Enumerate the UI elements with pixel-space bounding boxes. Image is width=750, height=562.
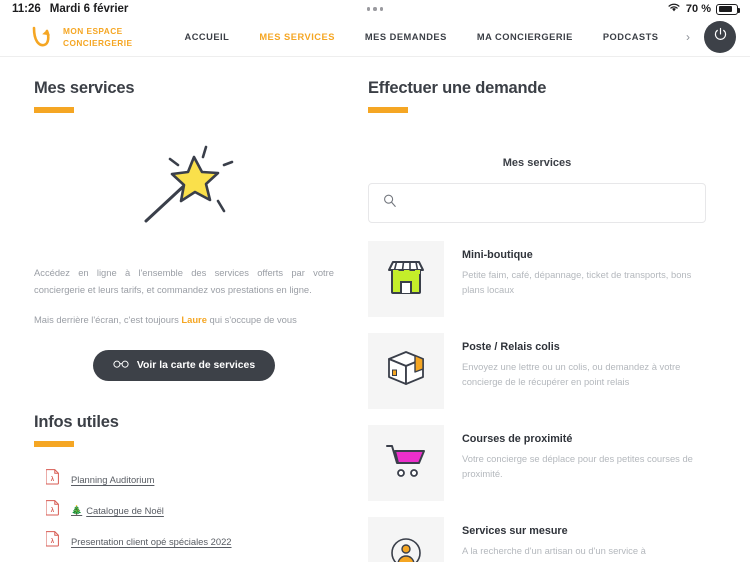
nav-item-mes-services[interactable]: MES SERVICES [259, 32, 335, 42]
service-icon-tile [368, 425, 444, 501]
handyman-badge-icon [390, 537, 422, 562]
file-link[interactable]: 🎄 Catalogue de Noël [71, 505, 164, 516]
services-subtitle: Mes services [502, 157, 572, 169]
nav-item-podcasts[interactable]: PODCASTS [603, 32, 659, 42]
file-link[interactable]: Presentation client opé spéciales 2022 [71, 536, 232, 547]
service-name: Poste / Relais colis [462, 341, 560, 353]
pdf-file-icon: λ [45, 531, 59, 552]
intro-text: Accédez en ligne à l'ensemble des servic… [34, 264, 334, 328]
clock-time: 11:26 [12, 3, 41, 15]
left-column: Mes services Accédez en ligne à l'ensemb… [0, 57, 360, 562]
nav-item-accueil[interactable]: ACCUEIL [184, 32, 229, 42]
wifi-icon [667, 2, 681, 16]
useful-info-section: Infos utiles λ Planning Auditorium λ 🎄 C… [34, 413, 334, 562]
status-bar-right: 70 % [667, 2, 740, 16]
request-section-title: Effectuer une demande [368, 79, 547, 97]
service-text: Courses de proximité Votre concierge se … [462, 425, 706, 501]
title-underline [34, 107, 74, 113]
service-item-mini-boutique[interactable]: Mini-boutique Petite faim, café, dépanna… [368, 241, 706, 317]
nav-item-ma-conciergerie[interactable]: MA CONCIERGERIE [477, 32, 573, 42]
service-name: Courses de proximité [462, 433, 573, 445]
intro-paragraph-1: Accédez en ligne à l'ensemble des servic… [34, 267, 334, 296]
concierge-name: Laure [181, 313, 207, 325]
shopping-cart-icon [384, 442, 428, 485]
clock-date: Mardi 6 février [49, 3, 129, 15]
service-name: Services sur mesure [462, 525, 568, 537]
search-icon [383, 194, 397, 213]
search-bar[interactable] [368, 183, 706, 223]
services-list: Mini-boutique Petite faim, café, dépanna… [368, 241, 706, 562]
magic-wand-star-icon [132, 141, 236, 238]
brand-logo[interactable]: MON ESPACE CONCIERGERIE [28, 23, 132, 51]
view-service-card-button[interactable]: Voir la carte de services [92, 350, 276, 382]
status-bar-left: 11:26 Mardi 6 février [12, 3, 128, 15]
page-title: Mes services [34, 79, 135, 97]
search-input[interactable] [406, 197, 691, 209]
service-description: Envoyez une lettre ou un colis, ou deman… [462, 361, 681, 388]
page-body: Mes services Accédez en ligne à l'ensemb… [0, 57, 750, 562]
service-icon-tile [368, 241, 444, 317]
file-name: Catalogue de Noël [86, 505, 164, 517]
brand-line-2: CONCIERGERIE [63, 38, 133, 48]
useful-info-title: Infos utiles [34, 413, 119, 432]
header-actions: › [686, 21, 736, 53]
battery-icon [716, 3, 740, 15]
service-item-services-sur-mesure[interactable]: Services sur mesure A la recherche d'un … [368, 517, 706, 562]
service-name: Mini-boutique [462, 249, 533, 261]
service-description: Petite faim, café, dépannage, ticket de … [462, 269, 692, 296]
christmas-tree-icon: 🎄 [71, 505, 83, 516]
file-name: Planning Auditorium [71, 474, 155, 486]
intro-paragraph-2: Mais derrière l'écran, c'est toujours La… [34, 311, 334, 328]
list-item[interactable]: λ Presentation client opé spéciales 2022 [45, 531, 334, 552]
pdf-file-icon: λ [45, 500, 59, 521]
power-icon [713, 27, 728, 47]
brand-name: MON ESPACE CONCIERGERIE [63, 25, 132, 49]
file-list: λ Planning Auditorium λ 🎄 Catalogue de N… [34, 469, 334, 562]
curved-arrow-logo-icon [28, 23, 54, 51]
right-column: Effectuer une demande Mes services Mini-… [360, 57, 750, 562]
ios-status-bar: 11:26 Mardi 6 février 70 % [0, 0, 750, 18]
cta-wrapper: Voir la carte de services [34, 350, 334, 382]
useful-info-underline [34, 441, 74, 448]
parcel-box-icon [385, 348, 427, 395]
request-title-underline [368, 107, 408, 113]
service-item-courses-de-proximite[interactable]: Courses de proximité Votre concierge se … [368, 425, 706, 501]
site-header: MON ESPACE CONCIERGERIE ACCUEIL MES SERV… [0, 18, 750, 57]
main-navigation: ACCUEIL MES SERVICES MES DEMANDES MA CON… [184, 32, 658, 42]
glasses-icon [113, 359, 129, 372]
intro-paragraph-2-pre: Mais derrière l'écran, c'est toujours [34, 313, 182, 325]
service-text: Poste / Relais colis Envoyez une lettre … [462, 333, 706, 409]
nav-item-mes-demandes[interactable]: MES DEMANDES [365, 32, 447, 42]
brand-line-1: MON ESPACE [63, 25, 123, 36]
file-link[interactable]: Planning Auditorium [71, 474, 154, 485]
multitasking-dots-icon[interactable] [366, 7, 384, 11]
storefront-icon [385, 257, 427, 302]
view-service-card-label: Voir la carte de services [136, 360, 256, 372]
service-item-poste-relais-colis[interactable]: Poste / Relais colis Envoyez une lettre … [368, 333, 706, 409]
intro-paragraph-2-post: qui s'occupe de vous [206, 313, 297, 325]
power-button[interactable] [704, 21, 736, 53]
chevron-right-icon[interactable]: › [686, 30, 690, 44]
illustration-wrapper [34, 141, 334, 238]
pdf-file-icon: λ [45, 469, 59, 490]
list-item[interactable]: λ 🎄 Catalogue de Noël [45, 500, 334, 521]
file-name: Presentation client opé spéciales 2022 [71, 536, 232, 548]
service-description: A la recherche d'un artisan ou d'un serv… [462, 545, 646, 556]
service-description: Votre concierge se déplace pour des peti… [462, 453, 693, 480]
battery-percent-label: 70 % [685, 3, 711, 15]
service-icon-tile [368, 517, 444, 562]
list-item[interactable]: λ Planning Auditorium [45, 469, 334, 490]
service-text: Services sur mesure A la recherche d'un … [462, 517, 646, 562]
service-icon-tile [368, 333, 444, 409]
service-text: Mini-boutique Petite faim, café, dépanna… [462, 241, 706, 317]
